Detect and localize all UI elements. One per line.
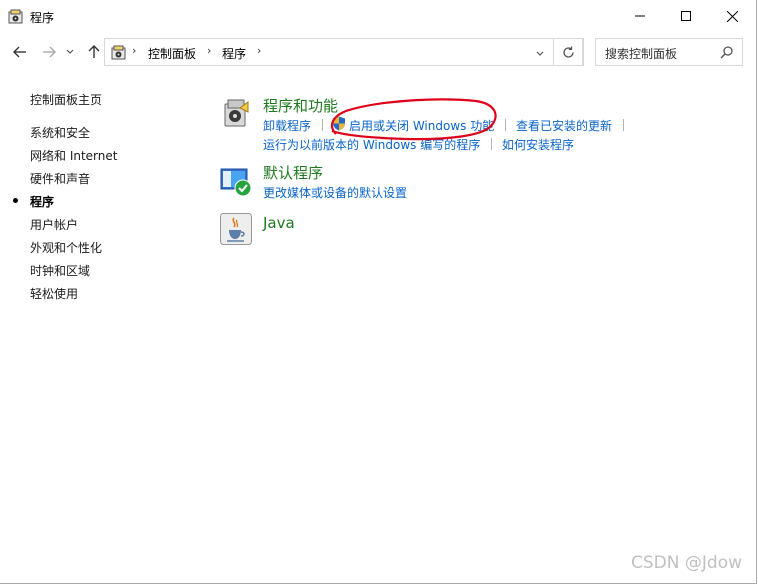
window-title: 程序	[30, 11, 55, 25]
view-installed-updates-link[interactable]: 查看已安装的更新	[516, 117, 612, 134]
category-title-default-programs[interactable]: 默认程序	[263, 162, 323, 183]
change-media-defaults-link[interactable]: 更改媒体或设备的默认设置	[263, 184, 407, 201]
java-icon	[220, 213, 252, 245]
programs-features-icon	[224, 99, 249, 127]
breadcrumb-programs[interactable]: 程序	[222, 45, 246, 62]
category-title-java[interactable]: Java	[263, 214, 295, 232]
chevron-down-icon	[66, 49, 74, 54]
default-programs-icon	[220, 168, 252, 197]
sidebar-item-clock-region[interactable]: 时钟和区域	[30, 262, 90, 279]
sidebar-item-system-security[interactable]: 系统和安全	[30, 124, 90, 141]
close-icon	[726, 10, 738, 22]
chevron-right-icon[interactable]: ›	[132, 44, 136, 57]
sidebar-item-appearance[interactable]: 外观和个性化	[30, 239, 102, 256]
watermark: CSDN @Jdow	[631, 553, 742, 573]
maximize-button[interactable]	[663, 0, 709, 32]
arrow-left-icon	[13, 46, 26, 58]
address-bar[interactable]: › 控制面板 › 程序 ›	[104, 38, 584, 66]
control-panel-icon	[8, 9, 23, 24]
maximize-icon	[681, 11, 691, 21]
sidebar-item-user-accounts[interactable]: 用户帐户	[30, 216, 78, 233]
sidebar-item-programs[interactable]: 程序	[30, 193, 54, 210]
arrow-up-icon	[88, 45, 100, 58]
link-separator	[505, 119, 506, 131]
search-icon[interactable]	[720, 45, 734, 59]
minimize-icon	[635, 15, 645, 17]
chevron-right-icon[interactable]: ›	[257, 44, 261, 57]
sidebar-item-control-panel-home[interactable]: 控制面板主页	[30, 91, 102, 108]
sidebar-item-hardware-sound[interactable]: 硬件和声音	[30, 170, 90, 187]
forward-button[interactable]	[41, 44, 57, 60]
back-button[interactable]	[12, 44, 28, 60]
minimize-button[interactable]	[617, 0, 663, 32]
sidebar-item-ease-of-access[interactable]: 轻松使用	[30, 285, 78, 302]
uninstall-program-link[interactable]: 卸载程序	[263, 117, 311, 134]
refresh-button[interactable]	[553, 38, 583, 66]
sidebar-item-network-internet[interactable]: 网络和 Internet	[30, 147, 117, 164]
red-annotation-circle	[330, 98, 497, 141]
navigation-bar: › 控制面板 › 程序 › 搜索控制面板	[0, 32, 757, 72]
arrow-right-icon	[43, 46, 56, 58]
breadcrumb-control-panel[interactable]: 控制面板	[148, 45, 196, 62]
chevron-right-icon[interactable]: ›	[207, 44, 211, 57]
up-button[interactable]	[86, 44, 102, 60]
title-bar: 程序	[0, 0, 757, 32]
how-to-install-link[interactable]: 如何安装程序	[502, 136, 574, 153]
chevron-down-icon	[536, 51, 544, 56]
search-placeholder: 搜索控制面板	[605, 47, 678, 61]
active-item-bullet	[13, 198, 18, 203]
refresh-icon	[562, 46, 574, 58]
link-separator	[322, 119, 323, 131]
link-separator	[623, 119, 624, 131]
control-panel-window: 程序 › 控制面板 › 程序 › 搜索控制面板 控制面板主页 系统和安全 网络和…	[0, 0, 757, 584]
recent-locations-button[interactable]	[65, 44, 75, 60]
control-panel-icon	[111, 45, 126, 60]
search-box[interactable]: 搜索控制面板	[595, 38, 743, 66]
address-dropdown-button[interactable]	[536, 47, 544, 60]
close-button[interactable]	[709, 0, 755, 32]
